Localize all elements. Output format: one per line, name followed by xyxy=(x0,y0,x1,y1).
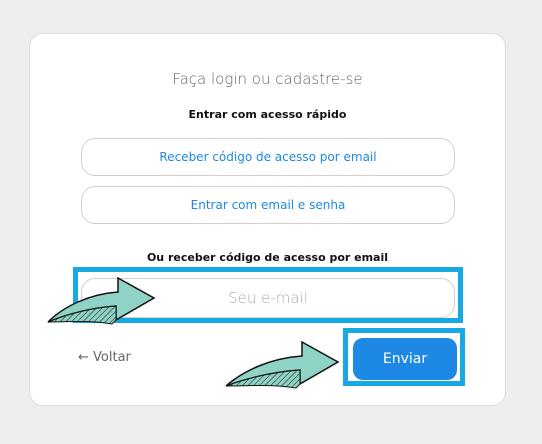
email-password-button[interactable]: Entrar com email e senha xyxy=(81,186,455,224)
login-card: Faça login ou cadastre-se Entrar com ace… xyxy=(29,33,506,406)
code-by-email-heading: Ou receber código de acesso por email xyxy=(146,251,389,264)
email-input[interactable] xyxy=(81,278,455,318)
back-link[interactable]: ← Voltar xyxy=(78,350,131,365)
page-title: Faça login ou cadastre-se xyxy=(172,70,363,88)
quick-access-heading: Entrar com acesso rápido xyxy=(188,108,347,121)
send-button[interactable]: Enviar xyxy=(353,338,457,380)
receive-code-button[interactable]: Receber código de acesso por email xyxy=(81,138,455,176)
